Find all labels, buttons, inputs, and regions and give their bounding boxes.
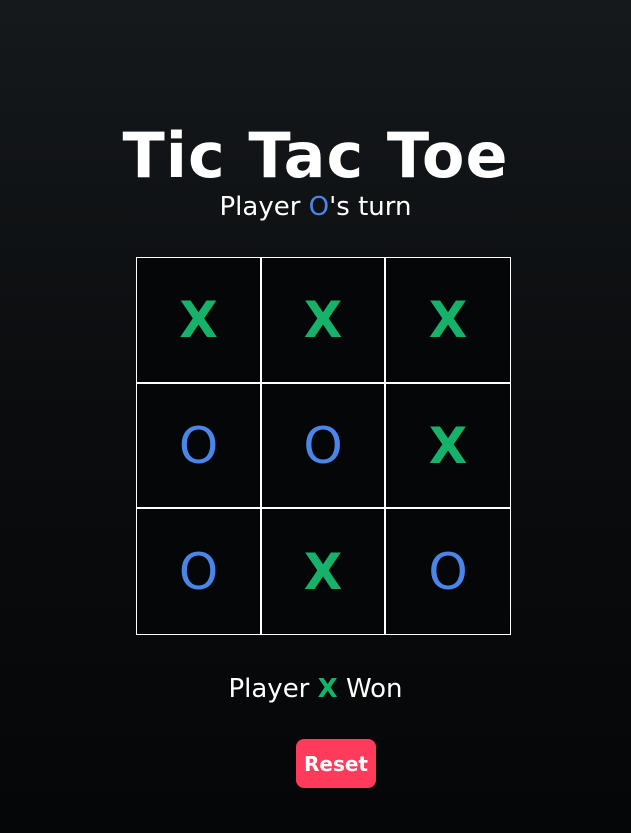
cell-2-2[interactable]: O <box>385 508 511 635</box>
cell-0-1[interactable]: X <box>261 257 385 383</box>
reset-button[interactable]: Reset <box>296 739 376 788</box>
game-title: Tic Tac Toe <box>122 118 509 192</box>
cell-2-1[interactable]: X <box>261 508 385 635</box>
cell-0-2[interactable]: X <box>385 257 511 383</box>
cell-0-0[interactable]: X <box>136 257 261 383</box>
cell-1-1[interactable]: O <box>261 383 385 508</box>
turn-player: O <box>308 192 330 222</box>
cell-1-0[interactable]: O <box>136 383 261 508</box>
game-result: Player X Won <box>0 672 631 706</box>
turn-indicator: Player O's turn <box>0 190 631 224</box>
result-player: X <box>317 674 338 704</box>
cell-1-2[interactable]: X <box>385 383 511 508</box>
turn-prefix: Player <box>219 192 309 222</box>
game-board: X X X O O X O X O <box>136 257 511 635</box>
cell-2-0[interactable]: O <box>136 508 261 635</box>
result-prefix: Player <box>228 674 318 704</box>
result-suffix: Won <box>337 674 403 704</box>
turn-suffix: 's turn <box>329 192 412 222</box>
